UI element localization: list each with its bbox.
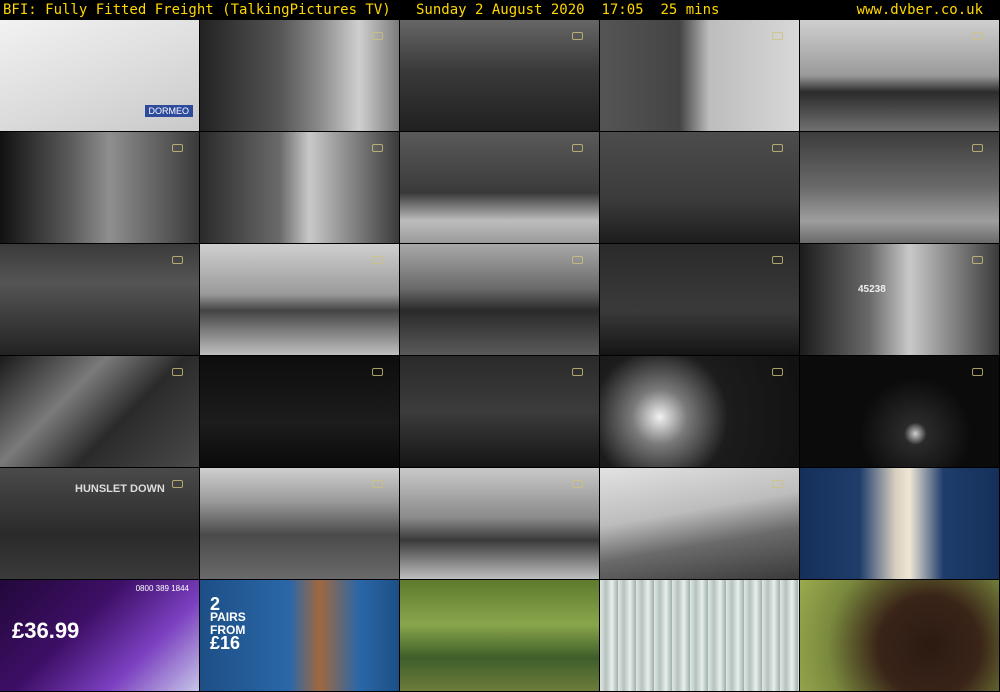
channel-watermark-icon [172, 144, 183, 152]
channel-watermark-icon [972, 32, 983, 40]
thumbnail[interactable]: 2 PAIRS FROM £16 [200, 580, 400, 692]
channel-watermark-icon [372, 480, 383, 488]
thumbnail[interactable] [800, 20, 1000, 132]
thumbnail[interactable] [400, 244, 600, 356]
channel-watermark-icon [572, 480, 583, 488]
channel-watermark-icon [172, 368, 183, 376]
thumbnail[interactable] [400, 356, 600, 468]
thumbnail[interactable] [800, 132, 1000, 244]
channel-watermark-icon [972, 256, 983, 264]
programme-title: BFI: Fully Fitted Freight (TalkingPictur… [3, 2, 720, 18]
channel-watermark-icon [372, 256, 383, 264]
locomotive-number: 45238 [858, 284, 886, 295]
channel-watermark-icon [572, 144, 583, 152]
thumbnail[interactable] [200, 20, 400, 132]
thumbnail[interactable] [800, 468, 1000, 580]
site-link[interactable]: www.dvber.co.uk [857, 0, 983, 20]
ad-price: £16 [210, 633, 241, 653]
channel-watermark-icon [772, 256, 783, 264]
channel-watermark-icon [372, 368, 383, 376]
dormeo-logo: DORMEO [144, 105, 193, 117]
ad-price: £36.99 [12, 618, 80, 643]
thumbnail[interactable] [600, 580, 800, 692]
channel-watermark-icon [372, 144, 383, 152]
channel-watermark-icon [972, 368, 983, 376]
header-bar: BFI: Fully Fitted Freight (TalkingPictur… [0, 0, 1000, 20]
thumbnail[interactable] [400, 468, 600, 580]
channel-watermark-icon [572, 32, 583, 40]
wagon-lettering: HUNSLET DOWN [75, 483, 165, 495]
channel-watermark-icon [572, 256, 583, 264]
ad-offer: 2 PAIRS FROM £16 [210, 595, 270, 653]
channel-watermark-icon [172, 480, 183, 488]
thumbnail[interactable] [200, 132, 400, 244]
thumbnail[interactable] [400, 580, 600, 692]
thumbnail[interactable] [200, 356, 400, 468]
channel-watermark-icon [372, 32, 383, 40]
thumbnail[interactable] [0, 356, 200, 468]
thumbnail[interactable]: HUNSLET DOWN [0, 468, 200, 580]
thumbnail[interactable]: 0800 389 1844 £36.99 [0, 580, 200, 692]
thumbnail[interactable] [600, 468, 800, 580]
thumbnail[interactable] [600, 356, 800, 468]
thumbnail[interactable] [0, 244, 200, 356]
thumbnail[interactable]: 45238 [800, 244, 1000, 356]
thumbnail[interactable] [600, 132, 800, 244]
thumbnail[interactable] [0, 132, 200, 244]
thumbnail[interactable] [200, 244, 400, 356]
channel-watermark-icon [972, 144, 983, 152]
channel-watermark-icon [772, 368, 783, 376]
thumbnail[interactable] [400, 20, 600, 132]
thumbnail[interactable] [200, 468, 400, 580]
channel-watermark-icon [572, 368, 583, 376]
channel-watermark-icon [172, 256, 183, 264]
ad-phone-number: 0800 389 1844 [135, 584, 189, 593]
thumbnail-grid: DORMEO 45238 HUNSLET DOWN 0800 389 1844 … [0, 20, 1000, 692]
channel-watermark-icon [772, 480, 783, 488]
channel-watermark-icon [772, 32, 783, 40]
thumbnail[interactable]: DORMEO [0, 20, 200, 132]
thumbnail[interactable] [800, 356, 1000, 468]
thumbnail[interactable] [600, 244, 800, 356]
thumbnail[interactable] [400, 132, 600, 244]
thumbnail[interactable] [600, 20, 800, 132]
channel-watermark-icon [772, 144, 783, 152]
thumbnail[interactable] [800, 580, 1000, 692]
